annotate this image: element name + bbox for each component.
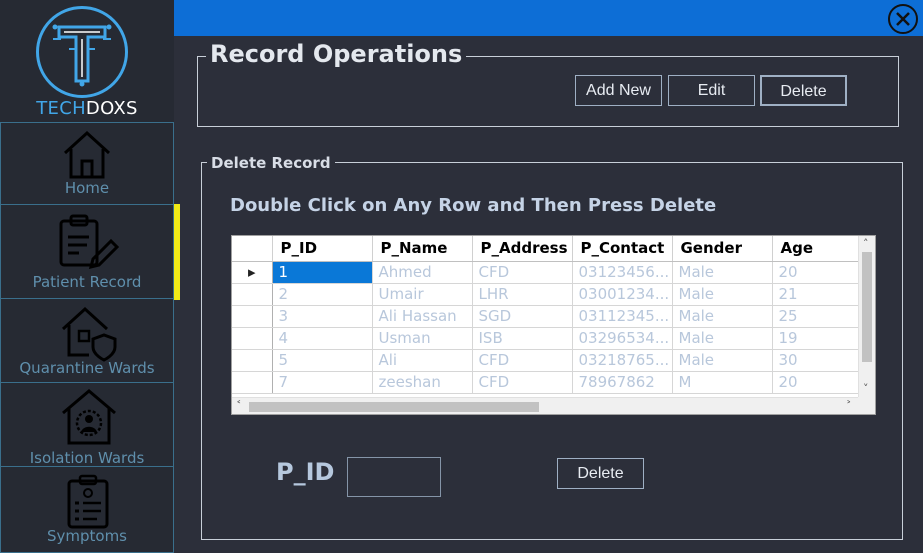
table-cell[interactable]: Usman — [372, 327, 473, 350]
table-cell[interactable]: Male — [672, 305, 773, 328]
table-cell[interactable]: 21 — [772, 283, 873, 306]
sidebar-item-quarantine-wards[interactable]: Quarantine Wards — [0, 298, 174, 382]
sidebar-item-label: Symptoms — [46, 527, 128, 545]
sidebar-item-patient-record[interactable]: Patient Record — [0, 204, 174, 298]
active-indicator — [174, 204, 180, 300]
delete-mode-button[interactable]: Delete — [760, 75, 847, 106]
table-cell[interactable]: CFD — [472, 371, 573, 394]
sidebar-item-isolation-wards[interactable]: Isolation Wards — [0, 382, 174, 467]
sidebar: TECHDOXS Home Patient Record Quarantine … — [0, 0, 174, 553]
sidebar-item-home[interactable]: Home — [0, 122, 174, 204]
pid-label: P_ID — [276, 458, 335, 486]
table-cell[interactable]: Ali — [372, 349, 473, 372]
vertical-scroll-thumb[interactable] — [862, 252, 872, 362]
record-operations-title: Record Operations — [206, 40, 467, 68]
table-cell[interactable]: Ahmed — [372, 261, 473, 284]
column-header-age[interactable]: Age — [772, 236, 873, 262]
vertical-scrollbar[interactable]: ˄ ˅ — [858, 236, 875, 398]
scroll-right-icon[interactable]: ˃ — [846, 399, 852, 413]
table-cell[interactable]: 1 — [272, 261, 373, 284]
row-header[interactable] — [232, 283, 273, 306]
table-cell[interactable]: 20 — [772, 371, 873, 394]
house-person-icon — [62, 389, 116, 445]
table-cell[interactable]: 7 — [272, 371, 373, 394]
table-cell[interactable]: Umair — [372, 283, 473, 306]
table-cell[interactable]: ISB — [472, 327, 573, 350]
table-cell[interactable]: Male — [672, 349, 773, 372]
sidebar-item-symptoms[interactable]: Symptoms — [0, 466, 174, 553]
table-row[interactable]: ▸ 1 Ahmed CFD 03123456... Male 20 — [232, 261, 873, 284]
row-header[interactable] — [232, 327, 273, 350]
table-cell[interactable]: 03112345... — [572, 305, 673, 328]
clipboard-edit-icon — [59, 214, 119, 270]
sidebar-item-label: Quarantine Wards — [19, 359, 155, 377]
close-icon — [896, 12, 910, 26]
table-cell[interactable]: CFD — [472, 349, 573, 372]
grid-header-row: P_ID P_Name P_Address P_Contact Gender A… — [232, 236, 873, 262]
table-cell[interactable]: SGD — [472, 305, 573, 328]
scroll-up-icon[interactable]: ˄ — [863, 237, 869, 251]
delete-button[interactable]: Delete — [557, 458, 644, 489]
sidebar-item-label: Patient Record — [32, 273, 142, 291]
table-row[interactable]: 7 zeeshan CFD 78967862 M 20 — [232, 371, 873, 394]
logo-emblem-icon — [36, 6, 128, 98]
pid-input[interactable] — [347, 457, 441, 497]
table-cell[interactable]: Male — [672, 283, 773, 306]
table-cell[interactable]: Ali Hassan — [372, 305, 473, 328]
delete-record-title: Delete Record — [207, 154, 335, 172]
instruction-text: Double Click on Any Row and Then Press D… — [230, 195, 717, 216]
table-cell[interactable]: Male — [672, 327, 773, 350]
table-cell[interactable]: 03001234... — [572, 283, 673, 306]
home-icon — [63, 130, 111, 179]
brand-name: TECHDOXS — [36, 98, 138, 119]
table-row[interactable]: 2 Umair LHR 03001234... Male 21 — [232, 283, 873, 306]
table-cell[interactable]: 03218765... — [572, 349, 673, 372]
column-header-p-name[interactable]: P_Name — [372, 236, 473, 262]
scroll-down-icon[interactable]: ˅ — [863, 382, 869, 396]
row-header[interactable] — [232, 371, 273, 394]
row-header[interactable] — [232, 349, 273, 372]
table-cell[interactable]: zeeshan — [372, 371, 473, 394]
table-row[interactable]: 4 Usman ISB 03296534... Male 19 — [232, 327, 873, 350]
table-cell[interactable]: 19 — [772, 327, 873, 350]
row-header[interactable] — [232, 305, 273, 328]
horizontal-scroll-thumb[interactable] — [249, 402, 539, 412]
table-cell[interactable]: 3 — [272, 305, 373, 328]
logo: TECHDOXS — [0, 0, 174, 122]
table-cell[interactable]: 2 — [272, 283, 373, 306]
sidebar-item-label: Isolation Wards — [29, 449, 145, 467]
horizontal-scrollbar[interactable]: ˂ ˃ — [232, 397, 860, 414]
column-header-p-id[interactable]: P_ID — [272, 236, 373, 262]
table-cell[interactable]: 4 — [272, 327, 373, 350]
table-cell[interactable]: 03123456... — [572, 261, 673, 284]
current-row-arrow-icon[interactable]: ▸ — [232, 261, 273, 284]
table-cell[interactable]: LHR — [472, 283, 573, 306]
table-row[interactable]: 3 Ali Hassan SGD 03112345... Male 25 — [232, 305, 873, 328]
edit-button[interactable]: Edit — [668, 75, 755, 106]
table-cell[interactable]: Male — [672, 261, 773, 284]
records-grid[interactable]: P_ID P_Name P_Address P_Contact Gender A… — [231, 235, 876, 415]
scrollbar-corner — [858, 397, 875, 414]
scroll-left-icon[interactable]: ˂ — [236, 399, 242, 413]
table-cell[interactable]: 5 — [272, 349, 373, 372]
table-cell[interactable]: 25 — [772, 305, 873, 328]
column-header-p-contact[interactable]: P_Contact — [572, 236, 673, 262]
table-cell[interactable]: CFD — [472, 261, 573, 284]
table-cell[interactable]: 20 — [772, 261, 873, 284]
table-row[interactable]: 5 Ali CFD 03218765... Male 30 — [232, 349, 873, 372]
column-header-gender[interactable]: Gender — [672, 236, 773, 262]
table-cell[interactable]: 78967862 — [572, 371, 673, 394]
title-bar — [174, 0, 923, 36]
close-button[interactable] — [888, 4, 918, 34]
column-header-p-address[interactable]: P_Address — [472, 236, 573, 262]
app-window: TECHDOXS Home Patient Record Quarantine … — [0, 0, 923, 553]
table-cell[interactable]: 30 — [772, 349, 873, 372]
table-cell[interactable]: 03296534... — [572, 327, 673, 350]
row-header-corner — [232, 236, 273, 262]
table-cell[interactable]: M — [672, 371, 773, 394]
symptoms-checklist-icon — [67, 474, 109, 529]
add-new-button[interactable]: Add New — [575, 75, 662, 106]
house-shield-icon — [61, 306, 117, 362]
sidebar-item-label: Home — [64, 179, 110, 197]
